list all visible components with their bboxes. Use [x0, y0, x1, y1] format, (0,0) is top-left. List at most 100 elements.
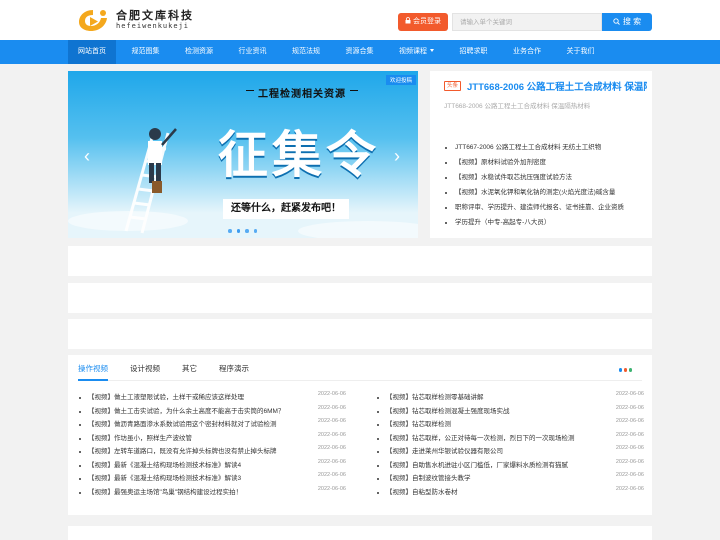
list-item[interactable]: 【视频】钻芯取样检测混凝土强度现场实战 2022-06-06	[376, 405, 644, 419]
item-date: 2022-06-06	[615, 404, 644, 411]
item-title[interactable]: 【视频】自粘型防水卷材	[386, 486, 601, 500]
tab-color-dots	[617, 368, 632, 372]
list-item[interactable]: 【视频】水泥氧化钾和氧化钠的测定(火焰光度法)碱含量	[444, 185, 649, 200]
content-strip	[68, 283, 652, 313]
list-item[interactable]: 【视频】最新《混凝土结构现场检测技术标准》解读4 2022-06-06	[78, 459, 346, 473]
item-title[interactable]: 【视频】走进莱州华银试验仪器有限公司	[386, 445, 601, 459]
search-button[interactable]: 搜 索	[602, 13, 652, 31]
item-date: 2022-06-06	[317, 472, 346, 478]
content-strip	[68, 246, 652, 276]
banner-carousel[interactable]: 欢迎投稿 工程检测相关资源 征集令 还等什么，赶紧发布吧！ ‹ ›	[68, 71, 418, 238]
nav-item-regulations[interactable]: 规范法规	[282, 40, 330, 64]
item-title[interactable]: 【视频】钻芯取样检测混凝土强度现场实战	[386, 405, 601, 419]
item-title[interactable]: 【视频】钻芯取样检测	[386, 418, 601, 432]
site-logo[interactable]: 合肥文库科技 hefeiwenkukeji	[76, 6, 226, 34]
list-item[interactable]: 【视频】最新《混凝土结构现场检测技术标准》解读3 2022-06-06	[78, 472, 346, 486]
list-item[interactable]: 【视频】自助售水机进驻小区门槛低，厂家爆料水质检测有猫腻 2022-06-06	[376, 459, 644, 473]
list-item[interactable]: 【视频】作坊虽小，照样生产波纹管 2022-06-06	[78, 432, 346, 446]
tab-operation-videos[interactable]: 操作视频	[78, 355, 108, 381]
item-date: 2022-06-06	[615, 445, 644, 451]
item-title[interactable]: 【视频】做土工击实试验，为什么余土高度不能高于击实筒的6MM？	[88, 405, 303, 419]
banner-tag: 欢迎投稿	[385, 75, 416, 85]
item-title[interactable]: 【视频】最新《混凝土结构现场检测技术标准》解读4	[88, 459, 303, 473]
item-title[interactable]: 【视频】最新《混凝土结构现场检测技术标准》解读3	[88, 472, 303, 486]
tab-bar: 操作视频 设计视频 其它 程序演示	[78, 355, 642, 381]
list-item[interactable]: 【视频】做沥青路面渗水系数试验用这个密封材料就对了试验检测 2022-06-06	[78, 418, 346, 432]
tab-design-videos[interactable]: 设计视频	[130, 355, 160, 381]
item-title[interactable]: 【视频】做沥青路面渗水系数试验用这个密封材料就对了试验检测	[88, 418, 303, 432]
lock-icon	[405, 17, 413, 25]
nav-item-testing-resources[interactable]: 检测资源	[175, 40, 223, 64]
logo-title: 合肥文库科技	[116, 9, 194, 22]
nav-label: 规范法规	[292, 48, 320, 55]
item-date: 2022-06-06	[615, 431, 644, 438]
nav-label: 业务合作	[513, 48, 541, 55]
carousel-dot[interactable]	[253, 229, 257, 233]
headline-title[interactable]: JTT668-2006 公路工程土工合成材料 保温隔热材料	[467, 79, 647, 93]
list-item[interactable]: 【视频】水稳试件取芯抗压强度试验方法	[444, 170, 649, 185]
nav-label: 网站首页	[78, 48, 106, 55]
nav-item-cooperation[interactable]: 业务合作	[503, 40, 551, 64]
list-item[interactable]: 【视频】钻芯取样，公正对待每一次检测，烈日下的一次现场检测 2022-06-06	[376, 432, 644, 446]
bottom-strip	[68, 526, 652, 540]
nav-item-jobs[interactable]: 招聘求职	[450, 40, 498, 64]
item-title[interactable]: 【视频】钻芯取样检测零基础讲解	[386, 391, 601, 405]
item-date: 2022-06-06	[317, 418, 346, 424]
nav-item-video-courses[interactable]: 视频课程	[389, 40, 444, 64]
item-title[interactable]: 【视频】做土工液塑限试验，土样干或稀应该这样处理	[88, 391, 303, 405]
color-dot	[618, 368, 622, 372]
search-button-label: 搜 索	[622, 17, 642, 26]
list-item[interactable]: 【视频】自制波纹管接头教学 2022-06-06	[376, 472, 644, 486]
list-item[interactable]: JTT667-2006 公路工程土工合成材料 无纺土工织物	[444, 140, 649, 155]
item-title[interactable]: 【视频】自助售水机进驻小区门槛低，厂家爆料水质检测有猫腻	[386, 459, 601, 473]
headline-list: JTT667-2006 公路工程土工合成材料 无纺土工织物 【视频】原材料试验外…	[444, 140, 649, 230]
nav-label: 资源合集	[345, 48, 374, 55]
list-item[interactable]: 学历提升（中专-高起专-八大员）	[444, 215, 649, 230]
nav-item-collections[interactable]: 资源合集	[336, 40, 384, 64]
item-date: 2022-06-06	[615, 418, 644, 424]
item-title[interactable]: 【视频】最强奥运主场馆"鸟巢"钢结构建设过程实拍！	[88, 486, 303, 500]
carousel-dot[interactable]	[245, 229, 249, 233]
carousel-dot[interactable]	[228, 229, 232, 233]
search-icon	[613, 18, 620, 25]
tab-other[interactable]: 其它	[182, 355, 197, 381]
list-item[interactable]: 【视频】左转车道路口，既没有允许掉头标牌也没有禁止掉头标牌 2022-06-06	[78, 445, 346, 459]
nav-item-standards-atlas[interactable]: 规范图集	[122, 40, 170, 64]
item-title[interactable]: 【视频】左转车道路口，既没有允许掉头标牌也没有禁止掉头标牌	[88, 445, 303, 459]
banner-subtitle: 工程检测相关资源	[246, 85, 358, 100]
list-item[interactable]: 【视频】走进莱州华银试验仪器有限公司 2022-06-06	[376, 445, 644, 459]
site-header: 合肥文库科技 hefeiwenkukeji 会员登录 搜 索	[0, 0, 720, 40]
list-item[interactable]: 【视频】钻芯取样检测零基础讲解 2022-06-06	[376, 391, 644, 405]
list-item[interactable]: 【视频】做土工液塑限试验，土样干或稀应该这样处理 2022-06-06	[78, 391, 346, 405]
nav-item-home[interactable]: 网站首页	[68, 40, 116, 64]
nav-label: 检测资源	[185, 48, 213, 55]
banner-next-arrow[interactable]: ›	[394, 147, 400, 165]
item-title[interactable]: 【视频】钻芯取样，公正对待每一次检测，烈日下的一次现场检测	[386, 432, 601, 446]
item-date: 2022-06-06	[317, 404, 346, 411]
item-title[interactable]: 【视频】作坊虽小，照样生产波纹管	[88, 432, 303, 446]
caret-down-icon	[430, 49, 434, 52]
carousel-dot[interactable]	[236, 229, 240, 233]
nav-label: 视频课程	[399, 48, 427, 55]
nav-label: 规范图集	[131, 48, 160, 55]
item-date: 2022-06-06	[317, 485, 346, 492]
vip-login-button[interactable]: 会员登录	[398, 13, 448, 31]
list-item[interactable]: 【视频】做土工击实试验，为什么余土高度不能高于击实筒的6MM？ 2022-06-0…	[78, 405, 346, 419]
list-item[interactable]: 职称评审、学历提升、建造师代报名、证书挂靠、企业资质	[444, 200, 649, 215]
item-title[interactable]: 【视频】自制波纹管接头教学	[386, 472, 601, 486]
item-date: 2022-06-06	[317, 445, 346, 451]
list-item[interactable]: 【视频】自粘型防水卷材 2022-06-06	[376, 486, 644, 500]
color-dot	[628, 368, 632, 372]
banner-prev-arrow[interactable]: ‹	[84, 147, 90, 165]
item-date: 2022-06-06	[317, 431, 346, 438]
tab-program-demo[interactable]: 程序演示	[219, 355, 249, 381]
search-input[interactable]	[452, 13, 602, 31]
nav-item-industry-news[interactable]: 行业资讯	[229, 40, 277, 64]
nav-item-about[interactable]: 关于我们	[557, 40, 605, 64]
logo-subtitle: hefeiwenkukeji	[116, 22, 190, 30]
nav-label: 行业资讯	[238, 48, 267, 55]
list-item[interactable]: 【视频】钻芯取样检测 2022-06-06	[376, 418, 644, 432]
list-item[interactable]: 【视频】最强奥运主场馆"鸟巢"钢结构建设过程实拍！ 2022-06-06	[78, 486, 346, 500]
list-item[interactable]: 【视频】原材料试验外加剂密度	[444, 155, 649, 170]
vip-login-label: 会员登录	[412, 18, 441, 25]
